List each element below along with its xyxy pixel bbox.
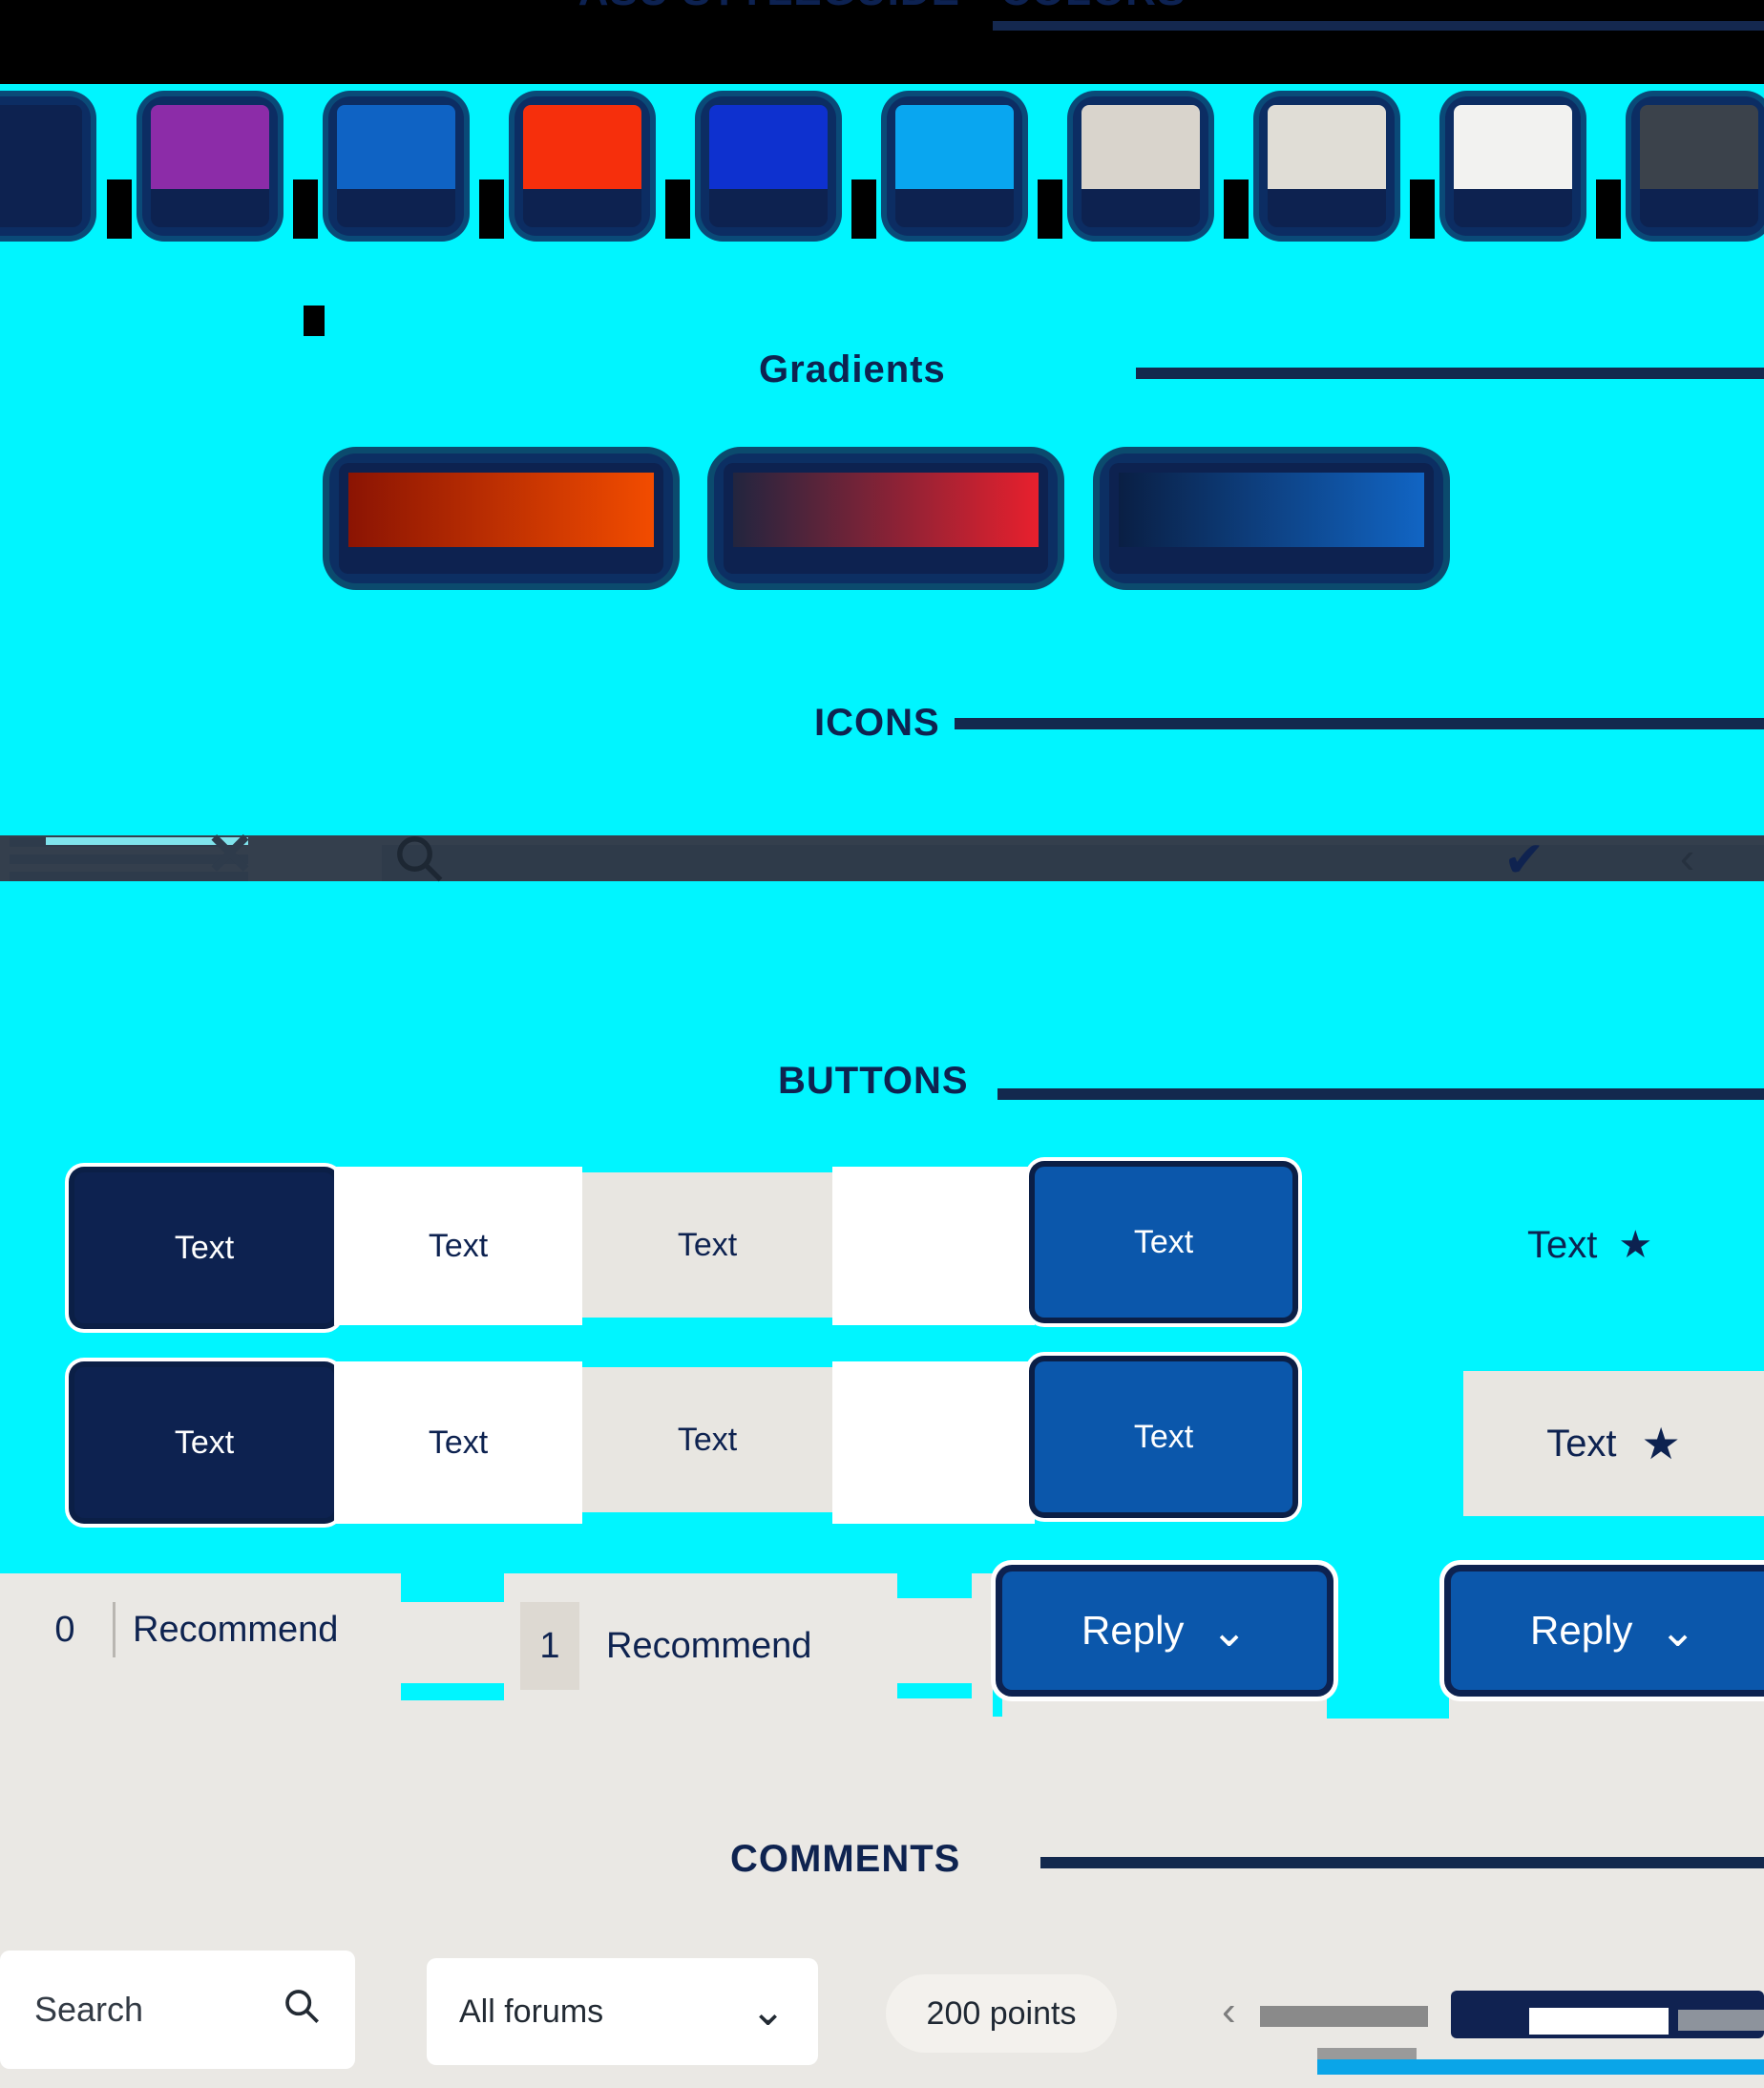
color-swatch-face (709, 105, 828, 189)
section-rule-gradients (1136, 368, 1764, 379)
color-swatch-face (1640, 105, 1758, 189)
styleguide-page: ASU STYLEGUIDE - COLORS (0, 0, 1764, 2088)
white-button-spacer (832, 1167, 1035, 1325)
reply-button[interactable]: Reply ⌄ (1002, 1571, 1327, 1690)
pager-bar[interactable] (1260, 2006, 1428, 2027)
recommend-label: Recommend (133, 1609, 339, 1650)
color-swatch[interactable] (0, 105, 82, 227)
gradient-swatch[interactable] (724, 463, 1048, 574)
chevron-down-icon: ⌄ (750, 1988, 786, 2035)
pager-underline-gray (1317, 2048, 1417, 2059)
color-swatch-face (337, 105, 455, 189)
section-rule-buttons (998, 1088, 1764, 1100)
recommend-count: 1 (520, 1602, 579, 1690)
recommend-control[interactable]: 0 Recommend (34, 1602, 338, 1657)
color-swatch[interactable] (895, 105, 1014, 227)
search-input[interactable]: Search (0, 1951, 355, 2069)
chevron-down-icon: ⌄ (1210, 1606, 1248, 1656)
gradient-swatch-face (348, 473, 654, 547)
star-button-clipped[interactable]: Text ★ (1527, 1211, 1764, 1279)
gradient-swatch[interactable] (339, 463, 663, 574)
cyan-notch (897, 1683, 972, 1698)
color-swatch[interactable] (1268, 105, 1386, 227)
white-button-spacer (832, 1361, 1035, 1524)
search-icon[interactable] (283, 1987, 321, 2034)
forum-select-value: All forums (459, 1993, 604, 2030)
color-swatch-row (0, 95, 1764, 336)
color-swatch[interactable] (523, 105, 641, 227)
recommend-label: Recommend (606, 1625, 812, 1666)
check-icon[interactable]: ✔ (1503, 840, 1570, 884)
section-heading-buttons: BUTTONS (778, 1060, 969, 1102)
close-icon[interactable]: ✕ (205, 831, 262, 884)
forum-select[interactable]: All forums ⌄ (427, 1958, 818, 2065)
color-swatch-face (895, 105, 1014, 189)
pager-page-field[interactable] (1529, 2008, 1669, 2035)
gray-button[interactable]: Text (582, 1172, 832, 1318)
star-button-label: Text (1546, 1422, 1617, 1465)
search-input-value: Search (34, 1990, 144, 2029)
color-swatch[interactable] (1082, 105, 1200, 227)
pagination[interactable]: ‹ (1222, 1991, 1764, 2040)
cyan-background (0, 84, 1764, 1573)
points-badge: 200 points (886, 1974, 1117, 2053)
pager-trailing-bar[interactable] (1678, 2010, 1764, 2031)
gradient-swatch[interactable] (1109, 463, 1434, 574)
section-rule-icons (955, 718, 1764, 729)
color-swatch[interactable] (337, 105, 455, 227)
recommend-control[interactable]: 1 Recommend (520, 1602, 811, 1690)
color-swatch-face (1082, 105, 1200, 189)
section-heading-gradients: Gradients (759, 348, 946, 390)
color-swatch-face (151, 105, 269, 189)
cyan-notch (897, 1573, 972, 1598)
reply-button-label: Reply (1082, 1608, 1185, 1653)
primary-navy-button[interactable]: Text (74, 1367, 334, 1518)
reply-button[interactable]: Reply ⌄ (1451, 1571, 1764, 1690)
star-icon: ★ (1618, 1224, 1653, 1266)
page-title: ASU STYLEGUIDE - COLORS (0, 0, 1764, 15)
chevron-down-icon: ⌄ (1659, 1606, 1696, 1656)
color-swatch[interactable] (1640, 105, 1758, 227)
star-button[interactable]: Text ★ (1463, 1371, 1764, 1516)
color-swatch-face (0, 105, 82, 189)
white-button[interactable]: Text (334, 1361, 582, 1524)
primary-blue-button[interactable]: Text (1035, 1361, 1292, 1512)
section-heading-comments: COMMENTS (730, 1838, 961, 1880)
primary-blue-button[interactable]: Text (1035, 1167, 1292, 1318)
gradient-swatch-face (733, 473, 1039, 547)
cyan-notch (1327, 1573, 1449, 1719)
cyan-notch (401, 1573, 504, 1602)
recommend-count: 0 (54, 1609, 75, 1650)
primary-navy-button[interactable]: Text (74, 1172, 334, 1323)
section-rule-comments (1040, 1857, 1764, 1868)
color-swatch-face (1268, 105, 1386, 189)
color-swatch[interactable] (1454, 105, 1572, 227)
title-rule (993, 21, 1764, 31)
star-button-clipped-label: Text (1527, 1223, 1598, 1266)
color-swatch-face (1454, 105, 1572, 189)
cyan-notch (993, 1573, 1002, 1717)
star-icon: ★ (1641, 1419, 1681, 1468)
white-button[interactable]: Text (334, 1167, 582, 1325)
gradient-swatch-face (1119, 473, 1424, 547)
color-swatch[interactable] (709, 105, 828, 227)
color-swatch-face (523, 105, 641, 189)
pager-underline-blue (1317, 2059, 1764, 2075)
reply-button-label: Reply (1530, 1608, 1633, 1653)
color-swatch[interactable] (151, 105, 269, 227)
search-icon[interactable] (393, 833, 445, 884)
section-heading-icons: ICONS (814, 702, 940, 744)
chevron-left-icon[interactable]: ‹ (1222, 1991, 1236, 2033)
chevron-left-icon[interactable]: ‹ (1680, 836, 1728, 884)
recommend-divider (113, 1602, 116, 1657)
cyan-notch (401, 1683, 504, 1700)
gray-button[interactable]: Text (582, 1367, 832, 1512)
